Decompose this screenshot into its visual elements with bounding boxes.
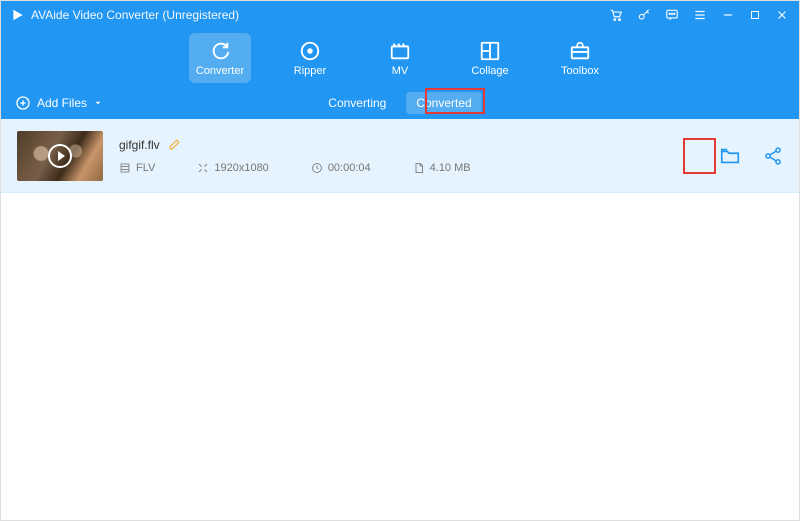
nav-collage[interactable]: Collage — [459, 33, 521, 83]
meta-resolution: 1920x1080 — [197, 162, 268, 174]
video-thumbnail[interactable] — [17, 131, 103, 181]
nav-label: MV — [392, 65, 409, 77]
file-actions — [719, 145, 783, 167]
nav-converter[interactable]: Converter — [189, 33, 251, 83]
add-files-button[interactable]: Add Files — [15, 95, 103, 111]
open-folder-button[interactable] — [719, 145, 741, 167]
meta-format: FLV — [119, 162, 155, 174]
tab-converting[interactable]: Converting — [318, 92, 396, 114]
resolution-icon — [197, 162, 209, 174]
meta-duration: 00:00:04 — [311, 162, 371, 174]
film-icon — [119, 162, 131, 174]
sub-bar: Add Files Converting Converted — [1, 87, 799, 119]
nav-label: Ripper — [294, 65, 326, 77]
meta-size: 4.10 MB — [413, 162, 471, 174]
edit-name-icon[interactable] — [168, 138, 181, 151]
feedback-icon[interactable] — [665, 8, 679, 22]
nav-toolbox[interactable]: Toolbox — [549, 33, 611, 83]
app-logo-icon — [11, 8, 25, 22]
app-title: AVAide Video Converter (Unregistered) — [31, 8, 609, 22]
close-button[interactable] — [775, 8, 789, 22]
maximize-button[interactable] — [749, 8, 761, 22]
nav-label: Converter — [196, 65, 244, 77]
status-tabs: Converting Converted — [318, 87, 481, 119]
main-nav: Converter Ripper MV Collage Toolbox — [1, 29, 799, 87]
share-button[interactable] — [763, 146, 783, 166]
nav-mv[interactable]: MV — [369, 33, 431, 83]
minimize-button[interactable] — [721, 8, 735, 22]
file-icon — [413, 162, 425, 174]
title-bar: AVAide Video Converter (Unregistered) — [1, 1, 799, 29]
play-icon[interactable] — [48, 144, 72, 168]
key-icon[interactable] — [637, 8, 651, 22]
menu-icon[interactable] — [693, 8, 707, 22]
app-window: AVAide Video Converter (Unregistered) Co… — [0, 0, 800, 521]
nav-label: Toolbox — [561, 65, 599, 77]
file-item[interactable]: gifgif.flv FLV 1920x1080 — [1, 119, 799, 193]
nav-label: Collage — [471, 65, 508, 77]
tab-converted[interactable]: Converted — [406, 92, 481, 114]
content-area: gifgif.flv FLV 1920x1080 — [1, 119, 799, 520]
window-controls — [609, 8, 789, 22]
file-info: gifgif.flv FLV 1920x1080 — [119, 138, 719, 174]
clock-icon — [311, 162, 323, 174]
file-name: gifgif.flv — [119, 138, 160, 152]
add-files-label: Add Files — [37, 96, 87, 110]
nav-ripper[interactable]: Ripper — [279, 33, 341, 83]
chevron-down-icon — [93, 98, 103, 108]
cart-icon[interactable] — [609, 8, 623, 22]
